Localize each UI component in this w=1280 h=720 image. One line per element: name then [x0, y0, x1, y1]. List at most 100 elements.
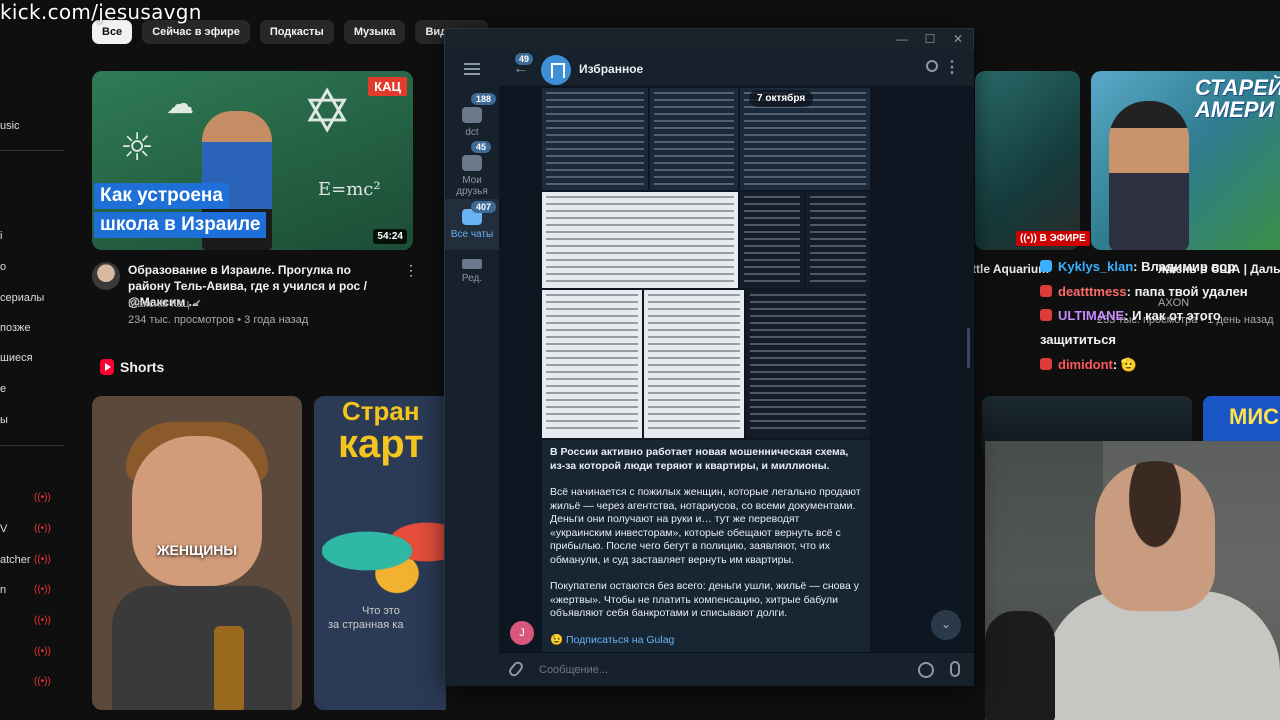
screenshot-image[interactable]: [806, 192, 870, 288]
screenshot-image[interactable]: [650, 88, 738, 190]
sidebar-item[interactable]: сериалы: [0, 292, 44, 304]
sidebar-item[interactable]: V: [0, 523, 7, 535]
scrollbar[interactable]: [967, 328, 970, 368]
channel-avatar[interactable]: [92, 262, 120, 290]
video-thumbnail[interactable]: [975, 71, 1080, 250]
sidebar-item[interactable]: шиеся: [0, 352, 33, 364]
video-duration: 54:24: [373, 229, 407, 244]
telegram-window: — ☐ ✕ 188 dct 45 Мои друзья 407 Все чаты…: [444, 28, 974, 686]
video-channel[interactable]: Максим Кац ✔: [128, 297, 202, 310]
unread-badge: 49: [515, 53, 534, 65]
message-input[interactable]: [539, 657, 899, 683]
folder-all-chats[interactable]: 407 Все чаты: [445, 199, 499, 250]
screenshot-image[interactable]: [740, 192, 804, 288]
thumbnail-text: СТАРЕЙ АМЕРИ: [1195, 77, 1280, 121]
short-thumbnail[interactable]: Стран карт Что это за странная ка: [314, 396, 446, 710]
folder-label: Ред.: [461, 273, 483, 284]
sidebar-item[interactable]: usic: [0, 120, 20, 132]
close-button[interactable]: ✕: [947, 32, 969, 46]
live-icon: ((•)): [34, 646, 51, 657]
folder-icon: [462, 155, 482, 171]
minimize-button[interactable]: —: [891, 32, 913, 46]
screenshot-image[interactable]: [542, 192, 738, 288]
screenshot-image[interactable]: [542, 290, 642, 438]
sun-drawing: ☼: [120, 125, 155, 169]
folder-dct[interactable]: 188 dct: [445, 93, 499, 146]
short-caption-line1: Что это: [362, 605, 400, 617]
screenshot-image[interactable]: [542, 88, 648, 190]
short-thumbnail[interactable]: ЖЕНЩИНЫ: [92, 396, 302, 710]
world-map-image: [322, 506, 446, 596]
message-area: 7 октября В России активно работает нова…: [499, 88, 974, 652]
microphone-icon[interactable]: [950, 661, 960, 677]
chat-text: : Владимир вор: [1133, 259, 1236, 274]
chip-music[interactable]: Музыка: [343, 20, 406, 44]
short-title-line2: карт: [338, 422, 424, 466]
chat-message: dimidont: 🫡: [1040, 352, 1280, 377]
thumbnail-title: Как устроена школа в Израиле: [94, 183, 267, 241]
unread-badge: 407: [471, 201, 497, 213]
screenshot-image[interactable]: [644, 290, 744, 438]
menu-icon[interactable]: [464, 63, 480, 75]
formula-text: E=mc²: [318, 179, 381, 200]
scroll-down-button[interactable]: ⌄: [931, 610, 961, 640]
wink-emoji-icon: 😉: [550, 633, 564, 646]
shorts-icon: [100, 359, 114, 375]
channel-name: Максим Кац: [128, 298, 190, 310]
folder-label: Мои друзья: [456, 175, 488, 197]
chat-username: Kyklys_klan: [1058, 259, 1134, 274]
live-icon: ((•)): [34, 615, 51, 626]
sidebar-item[interactable]: о: [0, 261, 6, 273]
chat-title[interactable]: Избранное: [579, 62, 643, 76]
search-icon[interactable]: [926, 60, 938, 72]
folder-icon: [462, 107, 482, 123]
chat-username: dimidont: [1058, 357, 1113, 372]
chat-badge-icon: [1040, 358, 1052, 370]
message-paragraph: Всё начинается с пожилых женщин, которые…: [550, 486, 861, 566]
sidebar-item[interactable]: n: [0, 584, 6, 596]
thumbnail-title-line2: школа в Израиле: [94, 212, 267, 238]
video-thumbnail[interactable]: ✡ ☼ ☁ E=mc² КАЦ Как устроена школа в Изр…: [92, 71, 413, 250]
chat-username: deatttmess: [1058, 284, 1127, 299]
sidebar-item[interactable]: позже: [0, 322, 30, 334]
date-label: 7 октября: [749, 90, 814, 107]
video-thumbnail[interactable]: СТАРЕЙ АМЕРИ: [1091, 71, 1280, 250]
folder-label: dct: [465, 127, 479, 138]
message-bubble[interactable]: В России активно работает новая мошеннич…: [542, 440, 870, 652]
chat-badge-icon: [1040, 260, 1052, 272]
live-badge: ((•)) В ЭФИРЕ: [1016, 231, 1090, 246]
youtube-sidebar: usic і о сериалы позже шиеся е ы ((•)) V…: [0, 60, 66, 720]
chat-text: : 🫡: [1112, 357, 1138, 372]
saved-messages-avatar[interactable]: [541, 55, 571, 85]
bottle-shape: [214, 626, 244, 710]
sidebar-item[interactable]: е: [0, 383, 6, 395]
star-of-david-drawing: ✡: [302, 77, 353, 147]
screenshot-image[interactable]: [746, 290, 870, 438]
sidebar-item[interactable]: і: [0, 230, 2, 242]
folder-edit[interactable]: Ред.: [445, 251, 499, 292]
chat-badge-icon: [1040, 309, 1052, 321]
shorts-heading: Shorts: [100, 359, 164, 375]
video-title[interactable]: ttle Aquarium: [972, 262, 1049, 276]
stream-watermark: kick.com/jesusavgn: [0, 0, 202, 24]
man-figure: [1109, 101, 1189, 250]
subscribe-link[interactable]: Подписаться на Gulag: [566, 634, 674, 646]
emoji-icon[interactable]: [918, 662, 934, 678]
short-caption: ЖЕНЩИНЫ: [156, 542, 238, 558]
composer: [499, 652, 974, 686]
message-paragraph: Покупатели остаются без всего: деньги уш…: [550, 580, 859, 619]
more-options-icon[interactable]: ⋮: [404, 262, 418, 279]
sidebar-item[interactable]: ы: [0, 414, 8, 426]
sidebar-item[interactable]: atcher: [0, 554, 31, 566]
attach-icon[interactable]: [507, 659, 525, 679]
chat-text: : папа твой удален: [1126, 284, 1248, 299]
verified-icon: ✔: [192, 298, 202, 310]
folder-friends[interactable]: 45 Мои друзья: [445, 141, 499, 205]
shorts-label: Shorts: [120, 359, 165, 375]
chat-badge-icon: [1040, 285, 1052, 297]
chip-podcasts[interactable]: Подкасты: [259, 20, 334, 44]
unread-badge: 188: [471, 93, 497, 105]
sender-avatar[interactable]: J: [510, 621, 534, 645]
maximize-button[interactable]: ☐: [919, 32, 941, 46]
more-options-icon[interactable]: ⋮: [944, 57, 960, 77]
